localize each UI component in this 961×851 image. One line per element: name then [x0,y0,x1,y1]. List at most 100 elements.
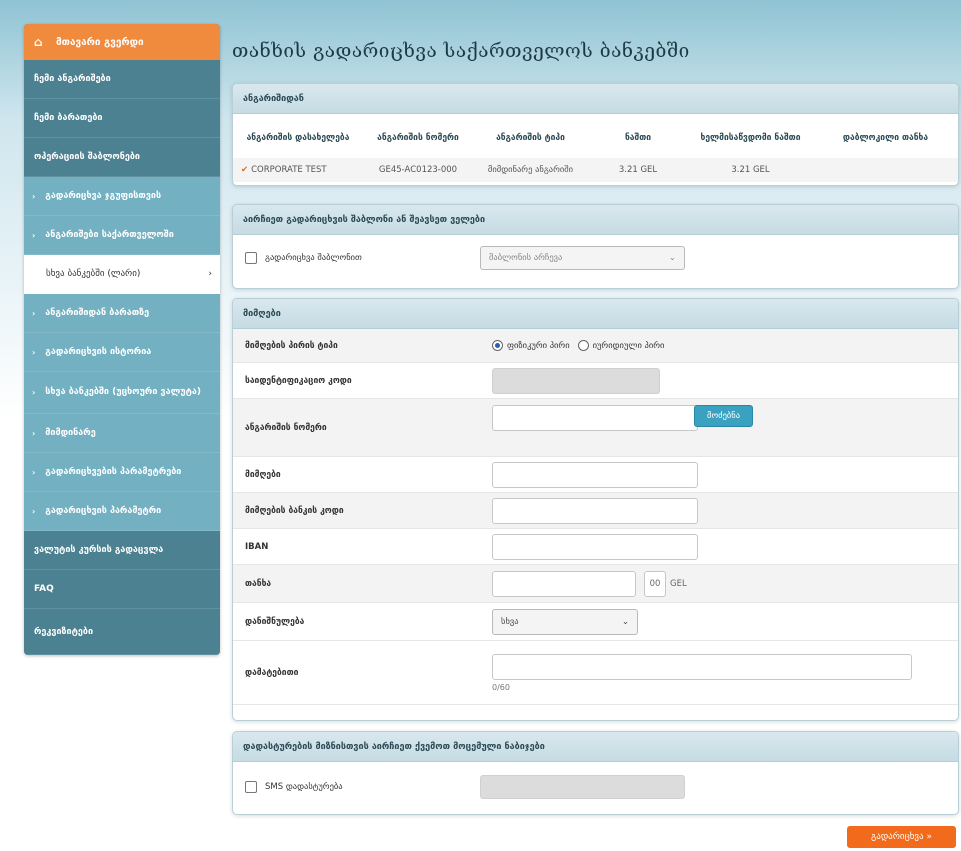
template-checkbox-label: გადარიცხვა შაბლონით [265,253,362,263]
column-header: ნაშთი [624,133,652,143]
chevron-down-icon: ⌄ [621,616,629,627]
chevron-right-icon: › [32,428,36,438]
submit-button[interactable]: გადარიცხვა » [847,826,956,848]
radio-legal[interactable] [577,340,589,351]
sidebar-item-label: სხვა ბანკებში (ლარი) [46,269,141,279]
radio-physical[interactable] [492,340,503,351]
sidebar-item-current[interactable]: › მიმდინარე [24,414,220,453]
sidebar-item-history[interactable]: › გადარიცხვის ისტორია [24,333,220,372]
amount-decimal-input[interactable]: 00 [644,570,666,597]
account-balance: 3.21 GEL [618,165,658,175]
sidebar-item-label: ანგარიშები საქართველოში [45,230,174,240]
sidebar: ⌂ მთავარი გვერდი ჩემი ანგარიშები ჩემი ბა… [24,24,220,655]
recipient-type-label: მიმღების პირის ტიპი [245,340,338,351]
purpose-select-value: სხვა [501,616,519,627]
bank-code-row: მიმღების ბანკის კოდი [233,493,958,529]
amount-value: 00 GEL [490,565,958,602]
sms-panel-header: დადასტურების მიზნისთვის აირჩიეთ ქვემოთ მ… [233,732,958,762]
sms-checkbox-label: SMS დადასტურება [265,782,343,792]
sidebar-item-label: რეკვიზიტები [34,626,94,637]
comment-input[interactable] [492,653,912,680]
purpose-label: დანიშნულება [245,616,305,627]
account-number-value: მოძებნა [490,399,958,456]
column-header: ანგარიშის დასახელება [246,133,350,143]
recipient-form: მიმღების პირის ტიპი ფიზიკური პირი იურიდი… [233,329,958,705]
chevron-right-icon: › [32,506,36,516]
recipient-type-options: ფიზიკური პირი იურიდიული პირი [490,329,958,362]
recipient-name-input[interactable] [492,461,698,488]
template-checkbox[interactable] [245,252,257,264]
sidebar-item-group-transfer[interactable]: › გადარიცხვა ჯგუფისთვის [24,177,220,216]
bank-code-input[interactable] [492,497,698,524]
recipient-panel: მიმღები მიმღების პირის ტიპი ფიზიკური პირ… [232,298,959,721]
sidebar-item-label: ვალუტის კურსის გადაცვლა [34,545,164,555]
sms-code-input[interactable] [480,775,685,799]
sidebar-item-account-to-card[interactable]: › ანგარიშიდან ბარათზე [24,294,220,333]
template-select[interactable]: შაბლონის არჩევა ⌄ [480,246,685,270]
chevron-right-icon: › [32,467,36,477]
amount-label: თანხა [245,578,272,589]
account-table: ანგარიშის დასახელება ანგარიშის ნომერი ან… [233,118,958,182]
checkmark-icon: ✔ [241,165,249,175]
account-table-header: ანგარიშის დასახელება ანგარიშის ნომერი ან… [233,118,958,158]
sidebar-item-transfer-params[interactable]: › გადარიცხვების პარამეტრები [24,453,220,492]
amount-row: თანხა 00 GEL [233,565,958,603]
account-name: CORPORATE TEST [251,165,327,175]
page-title: თანხის გადარიცხვა საქართველოს ბანკებში [232,40,690,62]
account-number-label: ანგარიშის ნომერი [245,422,327,433]
account-type: მიმდინარე ანგარიში [487,165,574,175]
iban-row: IBAN [233,529,958,565]
recipient-name-value [490,457,958,492]
sidebar-item-transfer-param[interactable]: › გადარიცხვის პარამეტრი [24,492,220,531]
home-icon: ⌂ [34,35,43,49]
account-blocked [813,158,958,182]
sidebar-item-accounts[interactable]: ჩემი ანგარიშები [24,60,220,99]
sidebar-item-cards[interactable]: ჩემი ბარათები [24,99,220,138]
recipient-type-row: მიმღების პირის ტიპი ფიზიკური პირი იურიდი… [233,329,958,363]
sidebar-item-faq[interactable]: FAQ [24,570,220,609]
sidebar-item-currency-exchange[interactable]: ვალუტის კურსის გადაცვლა [24,531,220,570]
purpose-select[interactable]: სხვა ⌄ [492,608,638,635]
sidebar-item-label: ჩემი ანგარიშები [34,74,111,84]
recipient-name-row: მიმღები [233,457,958,493]
tax-code-value [490,363,958,398]
chevron-right-icon: › [32,230,36,240]
chevron-right-icon: › [32,191,36,201]
sidebar-item-requisites[interactable]: რეკვიზიტები [24,609,220,655]
bank-code-value [490,493,958,528]
sms-checkbox[interactable] [245,781,257,793]
sidebar-item-other-banks-fx[interactable]: › სხვა ბანკებში (უცხოური ვალუტა) [24,372,220,414]
chevron-down-icon: ⌄ [668,253,676,263]
sidebar-item-label: FAQ [34,584,54,594]
iban-input[interactable] [492,533,698,560]
amount-input[interactable] [492,570,636,597]
column-header: ანგარიშის ტიპი [496,133,565,143]
recipient-name-label: მიმღები [245,469,281,480]
tax-code-row: საიდენტიფიკაციო კოდი [233,363,958,399]
template-row: გადარიცხვა შაბლონით შაბლონის არჩევა ⌄ [233,235,958,281]
search-button[interactable]: მოძებნა [694,405,754,427]
sidebar-item-other-banks-gel[interactable]: სხვა ბანკებში (ლარი) › [24,255,220,294]
account-number-input[interactable] [492,405,698,431]
sidebar-item-label: გადარიცხვების პარამეტრები [45,467,182,477]
account-number: GE45-AC0123-000 [378,165,458,175]
account-available: 3.21 GEL [731,165,770,175]
sidebar-home[interactable]: ⌂ მთავარი გვერდი [24,24,220,60]
chevron-right-icon: › [32,308,36,318]
sidebar-item-accounts-georgia[interactable]: › ანგარიშები საქართველოში [24,216,220,255]
template-panel: აირჩიეთ გადარიცხვის შაბლონი ან შეავსეთ ვ… [232,204,959,289]
sidebar-item-label: ანგარიშიდან ბარათზე [45,308,150,318]
sidebar-home-label: მთავარი გვერდი [56,36,144,48]
tax-code-input[interactable] [492,367,660,394]
iban-value [490,529,958,564]
table-row[interactable]: ✔ CORPORATE TEST GE45-AC0123-000 მიმდინარ… [233,158,958,182]
recipient-panel-header: მიმღები [233,299,958,329]
template-select-value: შაბლონის არჩევა [489,253,563,263]
chevron-right-icon: › [32,388,36,397]
column-header: ანგარიშის ნომერი [377,133,459,143]
radio-legal-label: იურიდიული პირი [592,340,665,351]
column-header: დაბლოკილი თანხა [842,133,929,143]
tax-code-label: საიდენტიფიკაციო კოდი [245,375,352,386]
sidebar-item-label: გადარიცხვის პარამეტრი [45,506,162,516]
sidebar-item-templates[interactable]: ოპერაციის შაბლონები [24,138,220,177]
